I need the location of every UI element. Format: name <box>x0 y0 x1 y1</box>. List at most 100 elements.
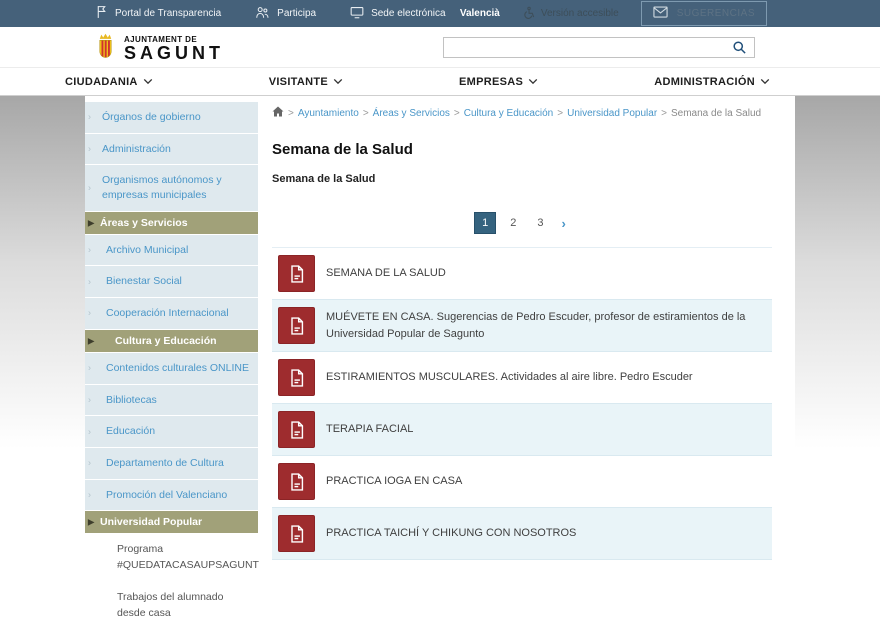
language-toggle[interactable]: Valencià <box>460 8 500 19</box>
document-title: ESTIRAMIENTOS MUSCULARES. Actividades al… <box>326 369 693 386</box>
document-title: PRACTICA IOGA EN CASA <box>326 473 462 490</box>
chevron-right-icon: › <box>88 307 91 320</box>
document-row-terapia-facial[interactable]: TERAPIA FACIAL <box>272 404 772 456</box>
search-button[interactable] <box>724 38 754 57</box>
transparency-icon <box>95 5 108 22</box>
chevron-right-icon: › <box>88 182 91 195</box>
suggestions-label: SUGERENCIAS <box>677 8 755 19</box>
chevron-right-icon: › <box>88 425 91 438</box>
nav-item-empresas[interactable]: EMPRESAS <box>459 76 538 88</box>
sidebar-item-label: Áreas y Servicios <box>100 217 188 229</box>
breadcrumb-current: Semana de la Salud <box>671 108 761 119</box>
breadcrumb: >Ayuntamiento>Áreas y Servicios>Cultura … <box>272 106 795 120</box>
sidebar-item-cooperacion-internacional[interactable]: › Cooperación Internacional <box>85 298 258 329</box>
chevron-right-icon: › <box>88 362 91 375</box>
document-list: SEMANA DE LA SALUD MUÉVETE EN CASA. Suger… <box>272 247 772 560</box>
sidebar-item-cultura-y-educacion[interactable]: ▶ Cultura y Educación <box>85 330 258 352</box>
topbar-link-label: Portal de Transparencia <box>115 8 221 19</box>
topbar-link-sede-electronica[interactable]: Sede electrónica <box>350 6 446 22</box>
topbar-links: Portal de Transparencia Participa Sede ele… <box>95 5 446 22</box>
breadcrumb-link-cultura-y-educacion[interactable]: Cultura y Educación <box>464 108 554 119</box>
page-subtitle: Semana de la Salud <box>272 173 795 185</box>
main-navigation: CIUDADANIA VISITANTE EMPRESAS ADMINISTRACIÓ… <box>0 67 880 96</box>
pagination-page-3[interactable]: 3 <box>530 213 550 233</box>
document-icon <box>278 255 315 292</box>
search-box <box>443 37 755 58</box>
sidebar-item-areas-y-servicios[interactable]: ▶ Áreas y Servicios <box>85 212 258 234</box>
triangle-right-icon: ▶ <box>88 218 94 227</box>
breadcrumb-link-ayuntamiento[interactable]: Ayuntamiento <box>298 108 359 119</box>
sidebar-item-bibliotecas[interactable]: › Bibliotecas <box>85 385 258 416</box>
breadcrumb-separator: > <box>454 108 460 119</box>
sidebar-item-bienestar-social[interactable]: ›Bienestar Social <box>85 266 258 297</box>
sidebar-menu: › Órganos de gobierno ›Administración›Orga… <box>85 96 258 629</box>
nav-item-ciudadania[interactable]: CIUDADANIA <box>65 76 153 88</box>
sidebar-item-label: Bibliotecas <box>106 394 157 406</box>
breadcrumb-separator: > <box>557 108 563 119</box>
document-row-practica-taichi-y-chikung[interactable]: PRACTICA TAICHÍ Y CHIKUNG CON NOSOTROS <box>272 508 772 560</box>
accessibility-icon <box>522 6 535 22</box>
breadcrumb-link-universidad-popular[interactable]: Universidad Popular <box>567 108 657 119</box>
sidebar-item-programa-quedatacasaupsagunt[interactable]: Programa #QUEDATACASAUPSAGUNT <box>85 534 258 582</box>
topbar-link-portal-de-transparencia[interactable]: Portal de Transparencia <box>95 5 221 22</box>
sidebar-item-label: Cooperación Internacional <box>106 307 229 319</box>
coat-of-arms-icon <box>95 32 116 66</box>
pagination-next-icon[interactable]: › <box>558 216 570 231</box>
nav-item-administracion[interactable]: ADMINISTRACIÓN <box>654 76 770 88</box>
sidebar-item-label: Órganos de gobierno <box>102 111 201 123</box>
topbar-link-label: Sede electrónica <box>371 8 446 19</box>
nav-item-label: VISITANTE <box>269 76 328 88</box>
sede-electronica-icon <box>350 6 364 22</box>
nav-item-label: ADMINISTRACIÓN <box>654 76 755 88</box>
site-logo[interactable]: AJUNTAMENT DE SAGUNT <box>95 32 224 66</box>
sidebar-item-organismos-autonomos-y-empresas-municipales[interactable]: ›Organismos autónomos y empresas municip… <box>85 165 258 210</box>
nav-item-visitante[interactable]: VISITANTE <box>269 76 343 88</box>
breadcrumb-separator: > <box>288 108 294 119</box>
chevron-right-icon: › <box>88 111 91 124</box>
home-icon <box>272 106 284 120</box>
suggestions-button[interactable]: SUGERENCIAS <box>641 1 767 26</box>
sidebar-item-archivo-municipal[interactable]: ›Archivo Municipal <box>85 235 258 266</box>
sidebar-item-trabajos-del-alumnado-desde-casa[interactable]: Trabajos del alumnado desde casa <box>85 582 258 629</box>
pagination: 123 › <box>272 212 772 234</box>
triangle-right-icon: ▶ <box>88 518 94 527</box>
sidebar-item-label: Universidad Popular <box>100 516 202 528</box>
search-input[interactable] <box>444 38 724 57</box>
sidebar-item-contenidos-culturales-online[interactable]: ›Contenidos culturales ONLINE <box>85 353 258 384</box>
document-row-muevete-en-casa-sugerencias[interactable]: MUÉVETE EN CASA. Sugerencias de Pedro Es… <box>272 300 772 352</box>
sidebar-item-label: Bienestar Social <box>106 275 182 287</box>
sidebar-item-label: Departamento de Cultura <box>106 457 224 469</box>
sidebar-item-educacion[interactable]: ›Educación <box>85 416 258 447</box>
sidebar-item-administracion[interactable]: ›Administración <box>85 134 258 165</box>
document-icon <box>278 411 315 448</box>
triangle-right-icon: ▶ <box>88 336 94 345</box>
sidebar-item-label: Archivo Municipal <box>106 244 188 256</box>
accessible-version-link[interactable]: Versión accesible <box>522 6 619 22</box>
document-row-semana-de-la-salud[interactable]: SEMANA DE LA SALUD <box>272 248 772 300</box>
document-title: PRACTICA TAICHÍ Y CHIKUNG CON NOSOTROS <box>326 525 576 542</box>
chevron-right-icon: › <box>88 143 91 156</box>
sidebar-item-promocion-del-valenciano[interactable]: ›Promoción del Valenciano <box>85 480 258 511</box>
breadcrumb-separator: > <box>661 108 667 119</box>
pagination-page-1[interactable]: 1 <box>474 212 496 234</box>
topbar-link-label: Participa <box>277 8 316 19</box>
envelope-icon <box>653 6 668 21</box>
document-icon <box>278 515 315 552</box>
topbar-link-participa[interactable]: Participa <box>255 6 316 22</box>
breadcrumb-separator: > <box>363 108 369 119</box>
sidebar-item-departamento-de-cultura[interactable]: ›Departamento de Cultura <box>85 448 258 479</box>
document-row-estiramientos-musculares-actividades-al[interactable]: ESTIRAMIENTOS MUSCULARES. Actividades al… <box>272 352 772 404</box>
pagination-page-2[interactable]: 2 <box>503 213 523 233</box>
document-title: SEMANA DE LA SALUD <box>326 265 446 282</box>
document-row-practica-ioga-en-casa[interactable]: PRACTICA IOGA EN CASA <box>272 456 772 508</box>
document-icon <box>278 307 315 344</box>
sidebar-item-organos-de-gobierno[interactable]: › Órganos de gobierno <box>85 102 258 133</box>
breadcrumb-link-areas-y-servicios[interactable]: Áreas y Servicios <box>373 108 450 119</box>
accessible-version-label: Versión accesible <box>541 8 619 19</box>
content-area: › Órganos de gobierno ›Administración›Orga… <box>85 96 795 629</box>
sidebar-item-label: Cultura y Educación <box>115 335 217 347</box>
site-header: AJUNTAMENT DE SAGUNT <box>0 27 880 67</box>
sidebar-item-universidad-popular[interactable]: ▶ Universidad Popular <box>85 511 258 533</box>
chevron-right-icon: › <box>88 489 91 502</box>
chevron-right-icon: › <box>88 394 91 407</box>
